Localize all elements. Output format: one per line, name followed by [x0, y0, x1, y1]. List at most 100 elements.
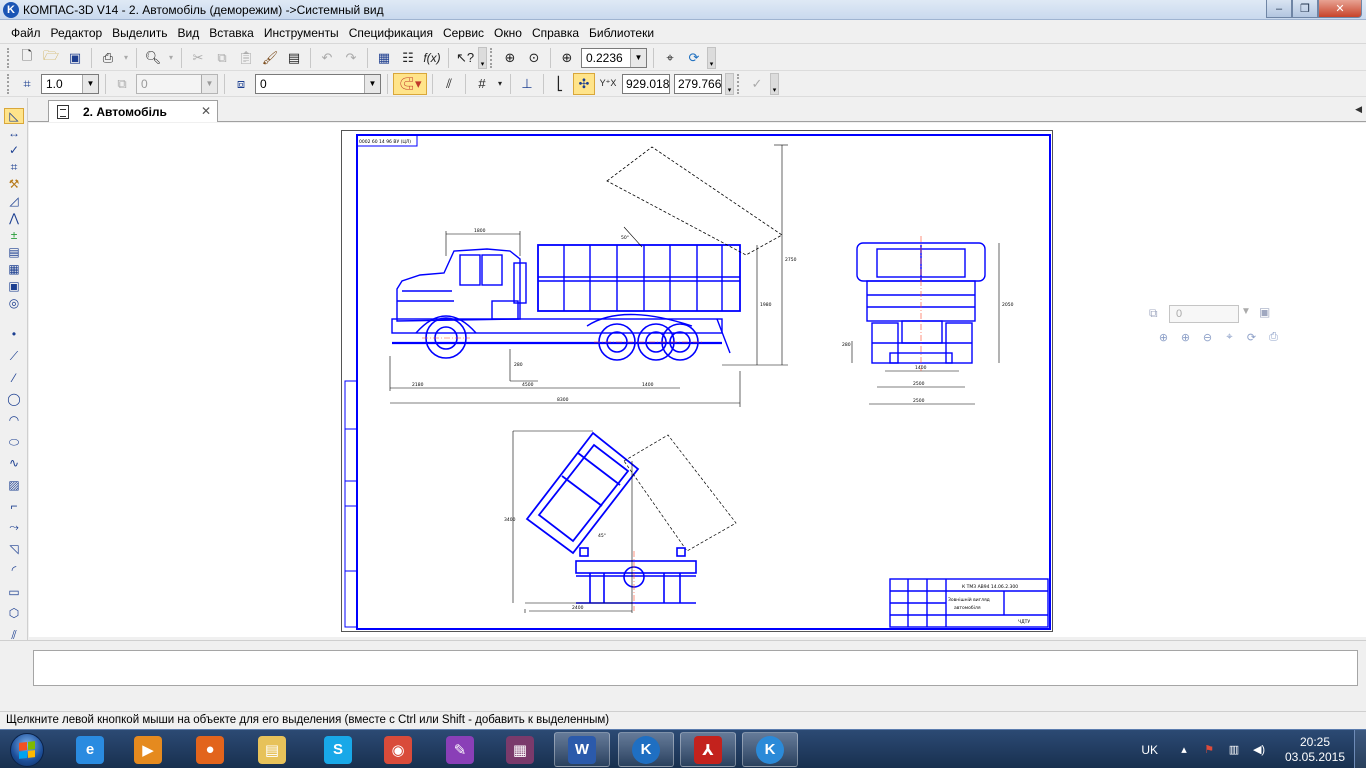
zoom-out-icon[interactable]: ⊖	[1199, 329, 1216, 345]
menu-libraries[interactable]: Библиотеки	[584, 23, 659, 43]
ortho-mode-icon[interactable]: ⎣	[549, 73, 571, 95]
kompas-app-icon[interactable]: K	[3, 1, 19, 18]
taskbar-app-firefox[interactable]: ●	[182, 732, 238, 767]
coord-x-field[interactable]: 929.018	[622, 73, 670, 94]
cut-icon[interactable]: ✂	[187, 47, 209, 69]
zoom-scale-icon[interactable]: ⊙	[523, 47, 545, 69]
edit-tab-icon[interactable]: ⌗	[4, 159, 24, 175]
segment-tool-icon[interactable]: ⁄	[4, 370, 24, 386]
menu-tools[interactable]: Инструменты	[259, 23, 344, 43]
layer-icon[interactable]: ⧉	[1149, 306, 1158, 321]
tab-scroll-icon[interactable]: ◀	[1355, 104, 1362, 115]
taskbar-app-media-player[interactable]: ▶	[120, 732, 176, 767]
geometry-tab-icon[interactable]: ◺	[4, 108, 24, 124]
layer-icon[interactable]: ⧉	[111, 73, 133, 95]
toolbar-overflow-icon[interactable]: ▾	[725, 72, 734, 95]
check-icon[interactable]: ✓	[746, 73, 768, 95]
tab-automobile[interactable]: 2. Автомобіль ✕	[48, 100, 218, 122]
measure-tab-icon[interactable]: ◿	[4, 193, 24, 209]
menu-help[interactable]: Справка	[527, 23, 584, 43]
designations-tab-icon[interactable]: ✓	[4, 142, 24, 158]
menu-window[interactable]: Окно	[489, 23, 527, 43]
zoom-combo[interactable]: 0.2236 ▼	[581, 47, 647, 68]
format-painter-icon[interactable]: 🖌︎	[259, 47, 281, 69]
polyline-tool-icon[interactable]: ⌐	[4, 498, 24, 514]
spline-tool-icon[interactable]: ∿	[4, 455, 24, 471]
chevron-down-icon[interactable]: ▼	[630, 48, 646, 67]
volume-icon[interactable]: ◀)	[1251, 742, 1267, 758]
property-input-area[interactable]	[33, 650, 1358, 686]
redo-icon[interactable]: ↷	[340, 47, 362, 69]
chevron-down-icon[interactable]: ▼	[1241, 306, 1251, 317]
chevron-down-icon[interactable]: ▼	[201, 74, 217, 93]
refresh-icon[interactable]: ⟳	[683, 47, 705, 69]
help-pointer-icon[interactable]: ↖?	[454, 47, 476, 69]
variables-icon[interactable]: ☷	[397, 47, 419, 69]
toolbar-grip[interactable]	[7, 73, 12, 94]
network-icon[interactable]: ▥	[1226, 742, 1242, 758]
style-icon[interactable]: ⧈	[230, 73, 252, 95]
save-icon[interactable]: ▣	[1259, 305, 1270, 319]
menu-insert[interactable]: Вставка	[204, 23, 259, 43]
chevron-down-icon[interactable]: ▼	[364, 74, 380, 93]
pan-icon[interactable]: ⌖	[659, 47, 681, 69]
drawing-workspace[interactable]: 0002 60 14 96 ВУ (ЦЛ) 1800 2180 4500 140…	[29, 123, 1366, 637]
refresh-icon[interactable]: ⟳	[1243, 329, 1260, 345]
point-tool-icon[interactable]: •	[4, 326, 24, 342]
taskbar-app-chrome[interactable]: ◉	[370, 732, 426, 767]
language-indicator[interactable]: UK	[1141, 743, 1158, 757]
float-layer-combo[interactable]: 0	[1169, 305, 1239, 323]
circle-tool-icon[interactable]: ◯	[4, 391, 24, 407]
insert-tab-icon[interactable]: ▦	[4, 261, 24, 277]
properties-icon[interactable]: ▤	[283, 47, 305, 69]
ellipse-tool-icon[interactable]: ⬭	[4, 434, 24, 450]
zoom-window-icon[interactable]: ⊕	[499, 47, 521, 69]
toolbar-overflow-icon[interactable]: ▾	[707, 46, 716, 69]
taskbar-app-word[interactable]: W	[554, 732, 610, 767]
style-combo[interactable]: 0 ▼	[255, 73, 381, 94]
paste-icon[interactable]: 📋︎	[235, 47, 257, 69]
taskbar-app-kompas-2[interactable]: K	[742, 732, 798, 767]
manager-icon[interactable]: ▦	[373, 47, 395, 69]
polygon-tool-icon[interactable]: ⬡	[4, 605, 24, 621]
select-tab-icon[interactable]: ⋀	[4, 210, 24, 226]
parametrization-tab-icon[interactable]: ⚒	[4, 176, 24, 192]
layer-combo[interactable]: 0 ▼	[136, 73, 218, 94]
tray-expand-icon[interactable]: ▴	[1176, 742, 1192, 758]
snap-magnet-icon[interactable]: 🧲︎▾	[393, 72, 427, 95]
zoom-in-icon[interactable]: ⊕	[1177, 329, 1194, 345]
reports-tab-icon[interactable]: ▤	[4, 244, 24, 260]
chevron-down-icon[interactable]: ▼	[82, 74, 98, 93]
taskbar-app-internet-explorer[interactable]: e	[62, 732, 118, 767]
save-icon[interactable]: ▣	[64, 47, 86, 69]
auxiliary-line-icon[interactable]: ⟋	[4, 348, 24, 364]
taskbar-app-onenote[interactable]: ✎	[432, 732, 488, 767]
menu-service[interactable]: Сервис	[438, 23, 489, 43]
zoom-in-icon[interactable]: ⊕	[556, 47, 578, 69]
hatch-tool-icon[interactable]: ▨	[4, 477, 24, 493]
taskbar-app-acrobat[interactable]: ⅄	[680, 732, 736, 767]
fillet-tool-icon[interactable]: ◜	[4, 562, 24, 578]
toolbar-grip[interactable]	[7, 47, 12, 68]
dropdown-arrow-icon[interactable]: ▾	[166, 47, 176, 69]
dropdown-arrow-icon[interactable]: ▾	[121, 47, 131, 69]
maximize-button[interactable]: ❐	[1292, 0, 1318, 18]
zoom-window-icon[interactable]: ⊕	[1155, 329, 1172, 345]
menu-view[interactable]: Вид	[173, 23, 205, 43]
menu-editor[interactable]: Редактор	[46, 23, 108, 43]
fragment-tab-icon[interactable]: ▣	[4, 278, 24, 294]
ortho-icon[interactable]: ⫽	[438, 73, 460, 95]
fx-icon[interactable]: f(x)	[421, 47, 443, 69]
rectangle-tool-icon[interactable]: ▭	[4, 584, 24, 600]
line-scale-combo[interactable]: 1.0 ▼	[41, 73, 99, 94]
menu-specification[interactable]: Спецификация	[344, 23, 438, 43]
toolbar-overflow-icon[interactable]: ▾	[478, 46, 487, 69]
axes-icon[interactable]: ⊥	[516, 73, 538, 95]
taskbar-app-file-explorer[interactable]: ▤	[244, 732, 300, 767]
dropdown-arrow-icon[interactable]: ▾	[495, 73, 505, 95]
close-button[interactable]: ✕	[1318, 0, 1362, 18]
close-tab-icon[interactable]: ✕	[201, 104, 211, 118]
system-clock[interactable]: 20:25 03.05.2015	[1276, 735, 1354, 765]
taskbar-app-winrar[interactable]: ▦	[492, 732, 548, 767]
pan-icon[interactable]: ⌖	[1221, 329, 1238, 345]
